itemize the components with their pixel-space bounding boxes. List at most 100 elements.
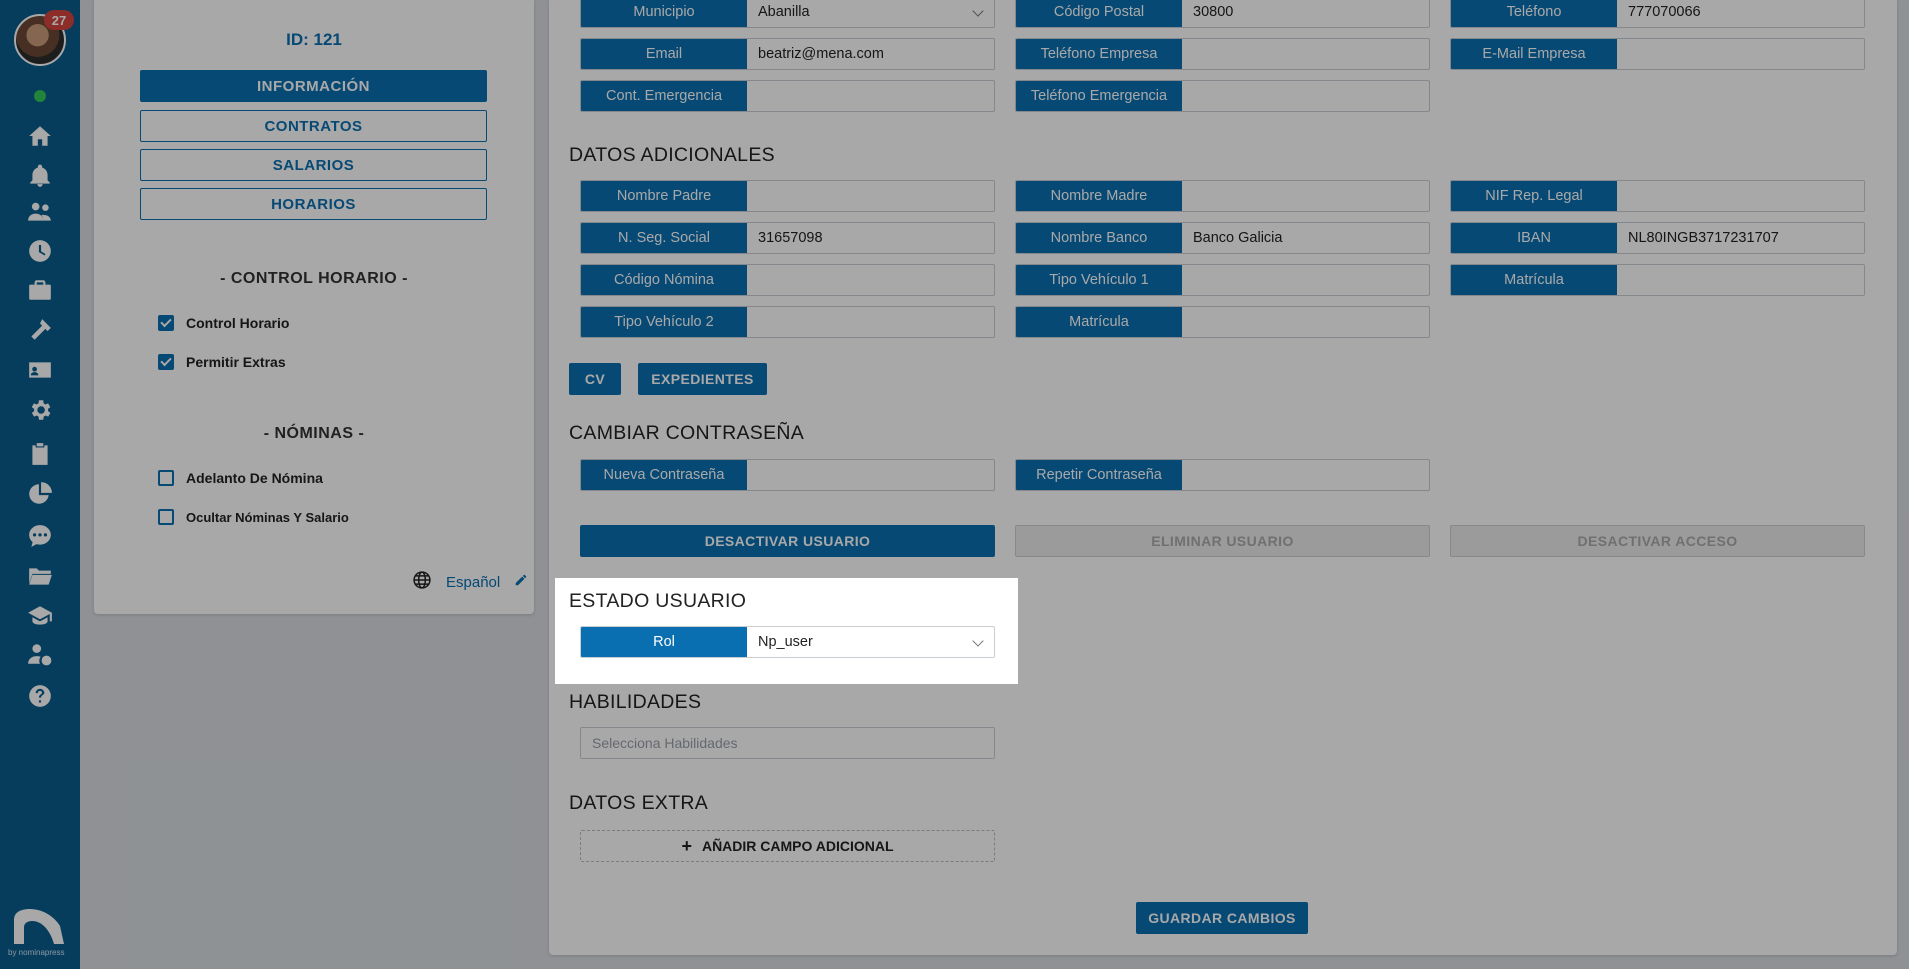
telefono-field[interactable]: Teléfono 777070066 [1450,0,1865,28]
guardar-cambios-button[interactable]: GUARDAR CAMBIOS [1136,902,1308,934]
datos-extra-title: DATOS EXTRA [569,792,709,814]
clipboard-icon[interactable] [26,440,54,468]
tab-horarios[interactable]: HORARIOS [140,188,487,220]
repetir-contrasena-field[interactable]: Repetir Contraseña [1015,459,1430,491]
nif-rep-legal-input[interactable] [1617,181,1864,211]
pie-chart-icon[interactable] [26,480,54,508]
field-label: NIF Rep. Legal [1451,181,1617,211]
clock-icon[interactable] [26,237,54,265]
codigo-nomina-field[interactable]: Código Nómina [580,264,995,296]
rol-select[interactable]: Np_user [747,627,994,657]
habilidades-title: HABILIDADES [569,691,702,713]
checkbox[interactable] [158,315,174,331]
matricula-2-field[interactable]: Matrícula [1015,306,1430,338]
checkbox-label: Ocultar Nóminas Y Salario [186,509,349,525]
email-input[interactable]: beatriz@mena.com [747,39,994,69]
codigo-postal-field[interactable]: Código Postal 30800 [1015,0,1430,28]
graduation-cap-icon[interactable] [26,602,54,630]
tipo-vehiculo-1-input[interactable] [1182,265,1429,295]
folder-icon[interactable] [26,562,54,590]
email-field[interactable]: Email beatriz@mena.com [580,38,995,70]
app-sidebar: 27 by nominapress [0,0,80,969]
matricula-1-input[interactable] [1617,265,1864,295]
rol-value: Np_user [758,634,813,650]
seg-social-input[interactable]: 31657098 [747,223,994,253]
id-card-icon[interactable] [26,356,54,384]
rol-field[interactable]: Rol Np_user [580,626,995,658]
municipio-select[interactable]: Abanilla [747,0,994,27]
nombre-padre-field[interactable]: Nombre Padre [580,180,995,212]
field-label: Repetir Contraseña [1016,460,1182,490]
nif-rep-legal-field[interactable]: NIF Rep. Legal [1450,180,1865,212]
field-label: Matrícula [1016,307,1182,337]
language-label[interactable]: Español [446,574,500,591]
control-horario-option[interactable]: Control Horario [158,315,289,331]
email-empresa-input[interactable] [1617,39,1864,69]
tab-contratos[interactable]: CONTRATOS [140,110,487,142]
help-icon[interactable] [26,682,54,710]
notification-badge: 27 [44,10,74,30]
nombre-banco-input[interactable]: Banco Galicia [1182,223,1429,253]
codigo-postal-input[interactable]: 30800 [1182,0,1429,27]
nueva-contrasena-input[interactable] [747,460,994,490]
repetir-contrasena-input[interactable] [1182,460,1429,490]
cambiar-contrasena-title: CAMBIAR CONTRASEÑA [569,422,805,444]
telefono-input[interactable]: 777070066 [1617,0,1864,27]
cv-button[interactable]: CV [569,363,621,395]
tipo-vehiculo-2-input[interactable] [747,307,994,337]
bell-icon[interactable] [26,162,54,190]
user-money-icon[interactable] [26,640,54,668]
tab-salarios[interactable]: SALARIOS [140,149,487,181]
checkbox[interactable] [158,354,174,370]
nombre-madre-input[interactable] [1182,181,1429,211]
home-icon[interactable] [26,122,54,150]
telefono-empresa-field[interactable]: Teléfono Empresa [1015,38,1430,70]
telefono-emergencia-field[interactable]: Teléfono Emergencia [1015,80,1430,112]
cont-emergencia-field[interactable]: Cont. Emergencia [580,80,995,112]
user-form-panel: Municipio Abanilla Código Postal 30800 T… [549,0,1897,955]
nombre-banco-field[interactable]: Nombre Banco Banco Galicia [1015,222,1430,254]
iban-field[interactable]: IBAN NL80INGB3717231707 [1450,222,1865,254]
desactivar-usuario-button[interactable]: DESACTIVAR USUARIO [580,525,995,557]
field-label: Teléfono Emergencia [1016,81,1182,111]
estado-usuario-title: ESTADO USUARIO [569,590,747,612]
matricula-2-input[interactable] [1182,307,1429,337]
telefono-empresa-input[interactable] [1182,39,1429,69]
nueva-contrasena-field[interactable]: Nueva Contraseña [580,459,995,491]
matricula-1-field[interactable]: Matrícula [1450,264,1865,296]
briefcase-icon[interactable] [26,276,54,304]
tipo-vehiculo-1-field[interactable]: Tipo Vehículo 1 [1015,264,1430,296]
habilidades-select[interactable]: Selecciona Habilidades [580,727,995,759]
chat-icon[interactable] [26,522,54,550]
language-selector[interactable]: Español [412,570,528,595]
adelanto-nomina-option[interactable]: Adelanto De Nómina [158,470,323,486]
desactivar-acceso-button[interactable]: DESACTIVAR ACCESO [1450,525,1865,557]
field-label: Código Postal [1016,0,1182,27]
hammer-icon[interactable] [26,316,54,344]
telefono-emergencia-input[interactable] [1182,81,1429,111]
tipo-vehiculo-2-field[interactable]: Tipo Vehículo 2 [580,306,995,338]
permitir-extras-option[interactable]: Permitir Extras [158,354,286,370]
online-status-dot [34,90,46,102]
municipio-field[interactable]: Municipio Abanilla [580,0,995,28]
seg-social-field[interactable]: N. Seg. Social 31657098 [580,222,995,254]
field-label: Nueva Contraseña [581,460,747,490]
add-campo-button[interactable]: + AÑADIR CAMPO ADICIONAL [580,830,995,862]
email-empresa-field[interactable]: E-Mail Empresa [1450,38,1865,70]
field-label: Teléfono [1451,0,1617,27]
nombre-madre-field[interactable]: Nombre Madre [1015,180,1430,212]
codigo-nomina-input[interactable] [747,265,994,295]
gear-icon[interactable] [26,396,54,424]
users-icon[interactable] [26,198,54,226]
checkbox[interactable] [158,470,174,486]
checkbox[interactable] [158,509,174,525]
eliminar-usuario-button[interactable]: ELIMINAR USUARIO [1015,525,1430,557]
ocultar-nominas-option[interactable]: Ocultar Nóminas Y Salario [158,509,349,525]
nombre-padre-input[interactable] [747,181,994,211]
pencil-icon[interactable] [514,573,528,592]
expedientes-button[interactable]: EXPEDIENTES [638,363,767,395]
field-label: IBAN [1451,223,1617,253]
cont-emergencia-input[interactable] [747,81,994,111]
tab-informacion[interactable]: INFORMACIÓN [140,70,487,102]
iban-input[interactable]: NL80INGB3717231707 [1617,223,1864,253]
